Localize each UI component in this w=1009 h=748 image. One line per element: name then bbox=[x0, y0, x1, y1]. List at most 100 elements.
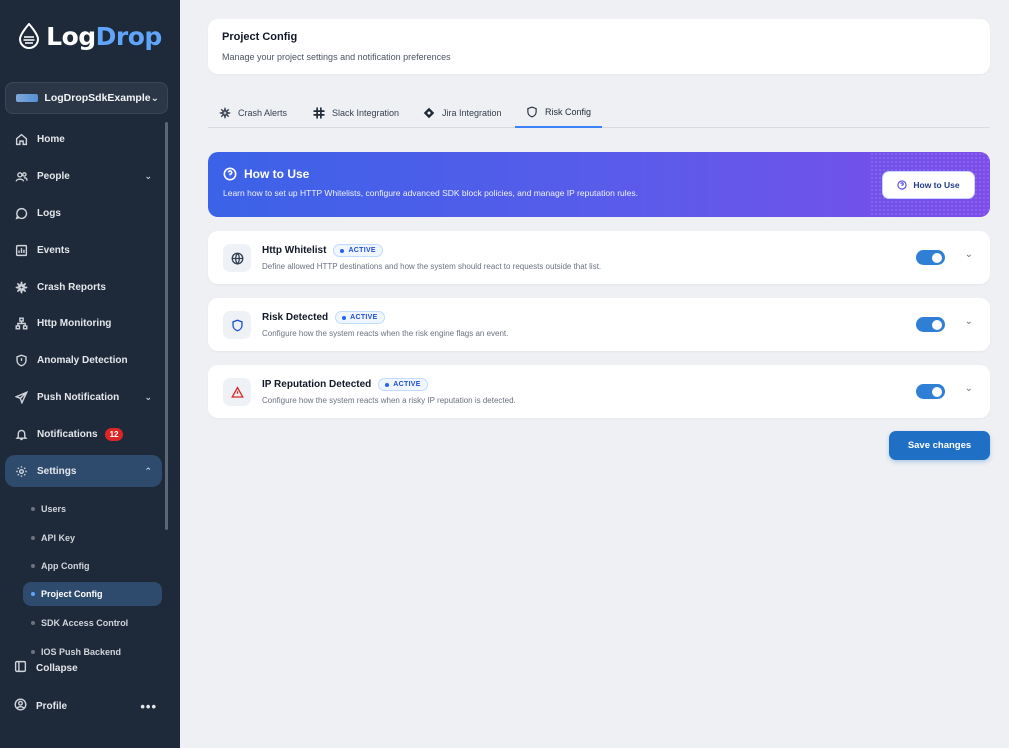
home-icon bbox=[14, 132, 28, 146]
sidebar-item-notifications[interactable]: Notifications 12 bbox=[5, 418, 162, 450]
sidebar-scrollbar[interactable] bbox=[165, 122, 168, 530]
profile-menu[interactable]: Profile ••• bbox=[5, 692, 165, 720]
sidebar-subitem-api-key[interactable]: API Key bbox=[23, 526, 162, 550]
sidebar-item-label: Settings bbox=[37, 465, 77, 477]
send-icon bbox=[14, 390, 28, 404]
chat-icon bbox=[14, 206, 28, 220]
chevron-up-icon: ⌃ bbox=[144, 465, 152, 476]
sidebar-item-settings[interactable]: Settings ⌃ bbox=[5, 455, 162, 487]
tab-label: Risk Config bbox=[545, 107, 592, 117]
enable-toggle[interactable] bbox=[916, 317, 945, 332]
rule-title: IP Reputation Detected ACTIVE bbox=[262, 378, 428, 391]
sidebar-item-logs[interactable]: Logs bbox=[5, 197, 162, 229]
drop-logo-icon bbox=[19, 23, 40, 49]
project-selector-value: LogDropSdkExample bbox=[44, 92, 151, 104]
sidebar-nav: Home People ⌄ Logs Events Crash Reports … bbox=[0, 120, 168, 655]
people-icon bbox=[14, 169, 28, 183]
chevron-down-icon: ⌄ bbox=[144, 391, 152, 402]
sidebar-item-label: Notifications bbox=[37, 428, 98, 440]
sidebar-item-crash-reports[interactable]: Crash Reports bbox=[5, 271, 162, 303]
rule-card-risk-detected[interactable]: Risk Detected ACTIVE Configure how the s… bbox=[208, 298, 990, 351]
project-selector[interactable]: LogDropSdkExample ⌄ bbox=[5, 82, 168, 114]
warning-icon bbox=[223, 378, 251, 406]
rule-title: Http Whitelist ACTIVE bbox=[262, 244, 383, 257]
sidebar-subitem-app-config[interactable]: App Config bbox=[23, 554, 162, 578]
gear-icon bbox=[14, 464, 28, 478]
enable-toggle[interactable] bbox=[916, 250, 945, 265]
sidebar-subitem-label: Users bbox=[41, 504, 67, 514]
user-circle-icon bbox=[14, 698, 36, 714]
bullet-icon bbox=[31, 507, 35, 511]
rule-description: Configure how the system reacts when the… bbox=[262, 329, 509, 338]
how-to-use-button[interactable]: How to Use bbox=[882, 171, 975, 199]
status-badge: ACTIVE bbox=[335, 311, 385, 324]
rule-card-http-whitelist[interactable]: Http Whitelist ACTIVE Define allowed HTT… bbox=[208, 231, 990, 284]
globe-icon bbox=[223, 244, 251, 272]
sidebar-subitem-label: App Config bbox=[41, 561, 90, 571]
bullet-icon bbox=[31, 564, 35, 568]
tab-label: Slack Integration bbox=[332, 108, 400, 118]
sidebar-subitem-label: API Key bbox=[41, 533, 76, 543]
sidebar-item-http-monitoring[interactable]: Http Monitoring bbox=[5, 307, 162, 339]
rule-title: Risk Detected ACTIVE bbox=[262, 311, 385, 324]
brand-name: LogDrop bbox=[46, 21, 162, 51]
chevron-down-icon[interactable]: ⌄ bbox=[965, 383, 973, 394]
config-tabs: Crash Alerts Slack Integration Jira Inte… bbox=[208, 98, 990, 128]
tab-slack-integration[interactable]: Slack Integration bbox=[302, 98, 410, 128]
sidebar: LogDrop LogDropSdkExample ⌄ Home People … bbox=[0, 0, 180, 748]
tab-crash-alerts[interactable]: Crash Alerts bbox=[208, 98, 298, 128]
bullet-icon bbox=[31, 621, 35, 625]
how-to-use-title: How to Use bbox=[223, 167, 975, 181]
chevron-down-icon: ⌄ bbox=[150, 92, 159, 104]
collapse-button[interactable]: Collapse bbox=[5, 654, 165, 682]
notifications-count-badge: 12 bbox=[104, 427, 124, 441]
sidebar-subitem-label: SDK Access Control bbox=[41, 618, 129, 628]
how-to-use-description: Learn how to set up HTTP Whitelists, con… bbox=[223, 188, 638, 198]
how-to-use-banner: How to Use Learn how to set up HTTP Whit… bbox=[208, 152, 990, 217]
tab-risk-config[interactable]: Risk Config bbox=[515, 98, 603, 128]
shield-icon bbox=[527, 106, 537, 118]
page-subtitle: Manage your project settings and notific… bbox=[222, 52, 451, 62]
profile-label: Profile bbox=[36, 700, 68, 712]
sidebar-item-label: Anomaly Detection bbox=[37, 354, 128, 366]
sidebar-item-push-notification[interactable]: Push Notification ⌄ bbox=[5, 381, 162, 413]
status-badge: ACTIVE bbox=[333, 244, 383, 257]
slack-icon bbox=[313, 107, 325, 119]
sidebar-subitem-ios-push-backend[interactable]: IOS Push Backend bbox=[23, 640, 162, 655]
sidebar-item-label: Logs bbox=[37, 207, 61, 219]
tab-jira-integration[interactable]: Jira Integration bbox=[412, 98, 513, 128]
sidebar-item-people[interactable]: People ⌄ bbox=[5, 160, 162, 192]
sidebar-item-label: Push Notification bbox=[37, 391, 120, 403]
bell-icon bbox=[14, 427, 28, 441]
sidebar-item-label: Events bbox=[37, 244, 70, 256]
sidebar-item-events[interactable]: Events bbox=[5, 234, 162, 266]
sidebar-item-label: Http Monitoring bbox=[37, 317, 112, 329]
chevron-down-icon: ⌄ bbox=[144, 170, 152, 181]
collapse-icon bbox=[14, 660, 36, 676]
chevron-down-icon[interactable]: ⌄ bbox=[965, 316, 973, 327]
help-circle-icon bbox=[897, 180, 907, 190]
crash-icon bbox=[14, 280, 28, 294]
rule-description: Configure how the system reacts when a r… bbox=[262, 396, 516, 405]
sidebar-item-label: Crash Reports bbox=[37, 281, 106, 293]
enable-toggle[interactable] bbox=[916, 384, 945, 399]
sidebar-item-anomaly-detection[interactable]: Anomaly Detection bbox=[5, 344, 162, 376]
tab-label: Jira Integration bbox=[442, 108, 502, 118]
tab-label: Crash Alerts bbox=[238, 108, 288, 118]
chart-icon bbox=[14, 243, 28, 257]
sidebar-subitem-sdk-access-control[interactable]: SDK Access Control bbox=[23, 611, 162, 635]
chevron-down-icon[interactable]: ⌄ bbox=[965, 249, 973, 260]
rule-card-ip-reputation[interactable]: IP Reputation Detected ACTIVE Configure … bbox=[208, 365, 990, 418]
help-circle-icon bbox=[223, 167, 237, 181]
network-icon bbox=[14, 316, 28, 330]
sidebar-subitem-project-config[interactable]: Project Config bbox=[23, 582, 162, 606]
brand-logo[interactable]: LogDrop bbox=[0, 0, 180, 72]
sidebar-subitem-users[interactable]: Users bbox=[23, 497, 162, 521]
collapse-label: Collapse bbox=[36, 662, 78, 674]
page-header: Project Config Manage your project setti… bbox=[208, 19, 990, 74]
save-changes-button[interactable]: Save changes bbox=[889, 431, 990, 460]
sidebar-item-home[interactable]: Home bbox=[5, 123, 162, 155]
shield-icon bbox=[223, 311, 251, 339]
jira-icon bbox=[423, 107, 435, 119]
more-dots-icon[interactable]: ••• bbox=[140, 699, 157, 714]
